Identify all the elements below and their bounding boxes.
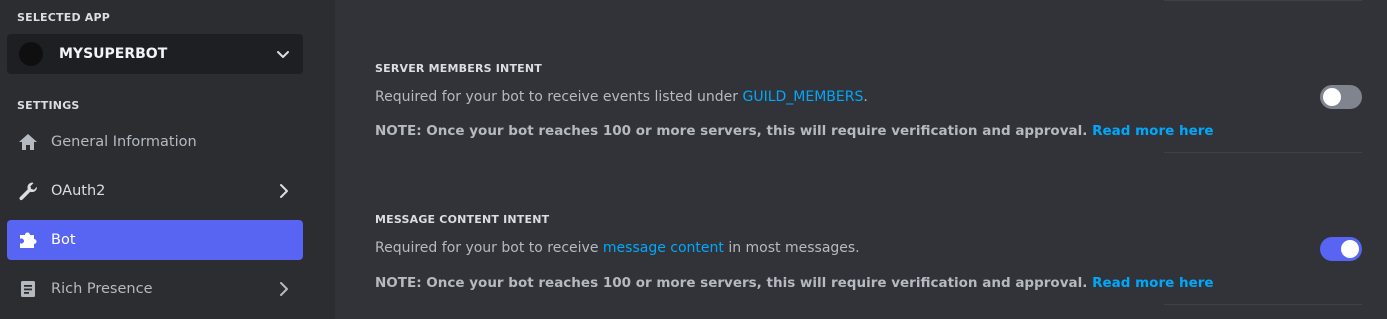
toggle-knob	[1341, 240, 1359, 258]
sidebar-gutter	[310, 0, 335, 319]
sidebar-item-general-information[interactable]: General Information	[7, 122, 303, 162]
server-members-intent-title: SERVER MEMBERS INTENT	[375, 62, 542, 75]
note-text: NOTE: Once your bot reaches 100 or more …	[375, 275, 1088, 291]
sidebar: SELECTED APP MYSUPERBOT SETTINGS General…	[0, 0, 310, 319]
message-content-intent-toggle[interactable]	[1320, 237, 1362, 261]
read-more-link[interactable]: Read more here	[1092, 123, 1213, 139]
chevron-right-icon	[280, 184, 288, 198]
divider	[1164, 152, 1362, 153]
main-content	[335, 0, 1387, 319]
sidebar-item-label: OAuth2	[51, 183, 106, 199]
message-content-intent-title: MESSAGE CONTENT INTENT	[375, 213, 550, 226]
document-icon	[17, 278, 39, 300]
sidebar-item-label: General Information	[51, 134, 197, 150]
message-content-intent-note: NOTE: Once your bot reaches 100 or more …	[375, 275, 1214, 291]
note-text: NOTE: Once your bot reaches 100 or more …	[375, 123, 1088, 139]
read-more-link[interactable]: Read more here	[1092, 275, 1213, 291]
sidebar-item-rich-presence[interactable]: Rich Presence	[7, 269, 303, 309]
puzzle-icon	[17, 229, 39, 251]
home-icon	[17, 131, 39, 153]
sidebar-item-bot[interactable]: Bot	[7, 220, 303, 260]
sidebar-item-label: Rich Presence	[51, 281, 153, 297]
chevron-down-icon	[277, 51, 289, 58]
guild-members-link[interactable]: GUILD_MEMBERS	[742, 89, 863, 105]
server-members-intent-description: Required for your bot to receive events …	[375, 89, 868, 105]
server-members-intent-toggle[interactable]	[1320, 85, 1362, 109]
divider	[1164, 0, 1362, 1]
app-selector[interactable]: MYSUPERBOT	[7, 34, 303, 74]
settings-label: SETTINGS	[17, 99, 80, 112]
message-content-link[interactable]: message content	[603, 240, 724, 256]
divider	[1164, 304, 1362, 305]
description-text: Required for your bot to receive	[375, 240, 603, 256]
app-name: MYSUPERBOT	[59, 46, 168, 62]
chevron-right-icon	[280, 282, 288, 296]
description-text: .	[863, 89, 868, 105]
message-content-intent-description: Required for your bot to receive message…	[375, 240, 860, 256]
selected-app-label: SELECTED APP	[17, 11, 111, 24]
sidebar-item-label: Bot	[51, 232, 76, 248]
description-text: in most messages.	[723, 240, 860, 256]
server-members-intent-note: NOTE: Once your bot reaches 100 or more …	[375, 123, 1214, 139]
wrench-icon	[17, 180, 39, 202]
toggle-knob	[1323, 88, 1341, 106]
description-text: Required for your bot to receive events …	[375, 89, 743, 105]
sidebar-item-oauth2[interactable]: OAuth2	[7, 171, 303, 211]
app-avatar	[19, 42, 43, 66]
